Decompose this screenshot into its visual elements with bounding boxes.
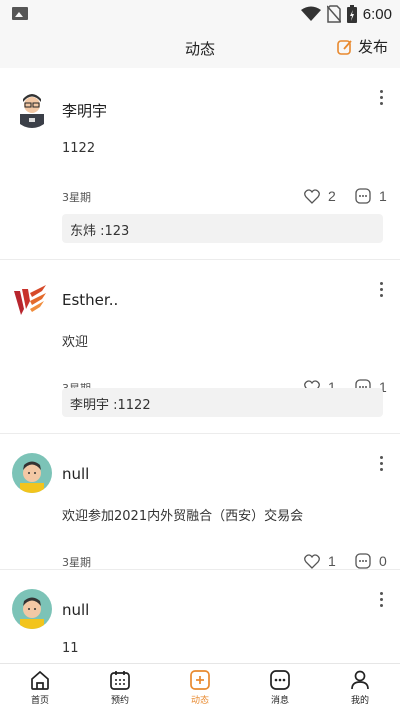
avatar[interactable] [12, 453, 52, 493]
tab-messages[interactable]: 消息 [240, 664, 320, 711]
like-button[interactable]: 1 [304, 553, 336, 569]
post-content: 1122 [62, 141, 96, 156]
app-header: 动态 发布 [0, 28, 400, 68]
home-icon [31, 670, 49, 690]
comment-count: 1 [379, 188, 387, 204]
comment-icon [355, 553, 371, 569]
tab-label: 消息 [270, 696, 289, 706]
author-name[interactable]: 李明宇 [62, 100, 107, 121]
heart-icon [304, 553, 320, 569]
message-icon [270, 670, 290, 690]
feed-post: Esther.. 欢迎 3星期 1 1 李明宇 :1122 [0, 260, 400, 434]
post-time: 3星期 [62, 191, 91, 204]
tab-label: 首页 [30, 696, 49, 706]
comment-icon [355, 188, 371, 204]
edit-icon [337, 39, 352, 55]
like-button[interactable]: 2 [304, 188, 336, 204]
feed-post: 李明宇 1122 3星期 2 1 东炜 :123 [0, 68, 400, 260]
status-time: 6:00 [362, 5, 392, 23]
author-name[interactable]: null [62, 465, 89, 483]
post-time: 3星期 [62, 556, 91, 569]
no-sim-icon [326, 5, 341, 23]
user-icon [351, 670, 369, 690]
tab-label: 预约 [110, 696, 129, 706]
author-name[interactable]: null [62, 601, 89, 619]
tab-moments[interactable]: 动态 [160, 664, 240, 711]
post-content: 11 [62, 641, 79, 656]
plus-square-icon [190, 670, 210, 690]
feed-list[interactable]: 李明宇 1122 3星期 2 1 东炜 :123 Esther.. 欢迎 3星期 [0, 68, 400, 663]
heart-icon [304, 188, 320, 204]
publish-label: 发布 [357, 38, 388, 56]
post-content: 欢迎参加2021内外贸融合（西安）交易会 [62, 509, 304, 524]
more-options-icon[interactable] [380, 282, 384, 300]
bottom-tab-bar: 首页 预约 动态 消息 我的 [0, 663, 400, 711]
calendar-icon [110, 671, 130, 690]
tab-appointment[interactable]: 预约 [80, 664, 160, 711]
tab-label: 动态 [190, 696, 209, 706]
feed-post: null 欢迎参加2021内外贸融合（西安）交易会 3星期 1 0 [0, 434, 400, 570]
more-options-icon[interactable] [380, 456, 384, 474]
tab-label: 我的 [350, 696, 369, 706]
comment-button[interactable]: 1 [355, 188, 387, 204]
comment-count: 0 [379, 553, 387, 569]
battery-charging-icon [346, 5, 357, 23]
tab-profile[interactable]: 我的 [320, 664, 400, 711]
author-name[interactable]: Esther.. [62, 291, 118, 309]
more-options-icon[interactable] [380, 90, 384, 108]
avatar[interactable] [12, 279, 52, 319]
photo-notification-icon [12, 7, 28, 20]
status-bar: 6:00 [0, 0, 400, 28]
feed-post: null 11 [0, 570, 400, 663]
like-count: 2 [328, 188, 336, 204]
comment-button[interactable]: 0 [355, 553, 387, 569]
publish-button[interactable]: 发布 [337, 36, 388, 57]
wifi-icon [300, 6, 321, 21]
post-content: 欢迎 [62, 335, 89, 350]
comment-preview[interactable]: 东炜 :123 [62, 214, 383, 243]
avatar[interactable] [12, 589, 52, 629]
comment-preview[interactable]: 李明宇 :1122 [62, 388, 383, 417]
tab-home[interactable]: 首页 [0, 664, 80, 711]
like-count: 1 [328, 553, 336, 569]
more-options-icon[interactable] [380, 592, 384, 610]
avatar[interactable] [12, 88, 52, 128]
